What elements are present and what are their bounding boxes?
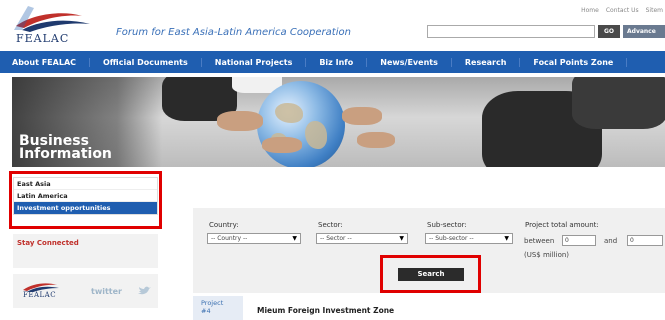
twitter-link[interactable]: twitter	[91, 287, 122, 296]
nav-focal-points-zone[interactable]: Focal Points Zone	[520, 57, 628, 67]
subsector-select[interactable]: -- Sub-sector -- ▼	[425, 233, 513, 244]
highlight-box-menu	[9, 171, 162, 229]
nav-national-projects[interactable]: National Projects	[202, 57, 307, 67]
contact-us-link[interactable]: Contact Us	[606, 7, 639, 14]
nav-news-events[interactable]: News/Events	[367, 57, 452, 67]
amount-max-input[interactable]: 0	[627, 235, 663, 246]
country-label: Country:	[209, 221, 239, 229]
banner-person-far-right	[572, 77, 665, 129]
stay-connected-box: Stay Connected	[13, 234, 158, 268]
sector-select[interactable]: -- Sector -- ▼	[316, 233, 408, 244]
highlight-box-search	[380, 255, 481, 293]
twitter-bird-icon	[138, 286, 151, 295]
logo-text: FEALAC	[16, 32, 70, 45]
site-tagline: Forum for East Asia-Latin America Cooper…	[116, 27, 351, 38]
unit-label: (US$ million)	[524, 251, 570, 259]
nav-biz-info[interactable]: Biz Info	[306, 57, 368, 67]
nav-official-documents[interactable]: Official Documents	[90, 57, 202, 67]
advanced-search-button[interactable]: Advance	[623, 25, 665, 38]
site-search-input[interactable]	[427, 25, 595, 38]
dropdown-arrow-icon: ▼	[504, 235, 509, 242]
go-button[interactable]: GO	[598, 25, 620, 38]
business-banner: Business Information	[12, 77, 665, 167]
project-number-cell: Project #4	[193, 296, 243, 320]
logo-swoosh-icon	[14, 6, 90, 32]
banner-hand	[217, 111, 263, 131]
banner-hand	[342, 107, 382, 125]
project-title-link[interactable]: Mieum Foreign Investment Zone	[257, 306, 394, 315]
globe-image	[257, 81, 345, 167]
home-link[interactable]: Home	[581, 7, 599, 14]
sector-label: Sector:	[318, 221, 343, 229]
and-label: and	[604, 237, 618, 245]
banner-hand	[357, 132, 395, 148]
subsector-label: Sub-sector:	[427, 221, 467, 229]
nav-about-fealac[interactable]: About FEALAC	[0, 57, 90, 67]
between-label: between	[524, 237, 555, 245]
main-nav: About FEALAC Official Documents National…	[0, 51, 665, 73]
top-links: Home Contact Us Sitem	[581, 7, 663, 14]
amount-min-input[interactable]: 0	[562, 235, 596, 246]
sitemap-link[interactable]: Sitem	[646, 7, 663, 14]
social-box: FEALAC twitter	[13, 274, 158, 308]
nav-research[interactable]: Research	[452, 57, 521, 67]
dropdown-arrow-icon: ▼	[292, 235, 297, 242]
amount-label: Project total amount:	[525, 221, 599, 229]
banner-hand	[262, 137, 302, 153]
fealac-logo[interactable]: FEALAC	[12, 4, 104, 45]
country-select[interactable]: -- Country -- ▼	[207, 233, 301, 244]
social-fealac-logo[interactable]: FEALAC	[23, 291, 56, 299]
banner-title: Business Information	[19, 133, 112, 162]
stay-connected-title: Stay Connected	[17, 239, 79, 247]
dropdown-arrow-icon: ▼	[399, 235, 404, 242]
